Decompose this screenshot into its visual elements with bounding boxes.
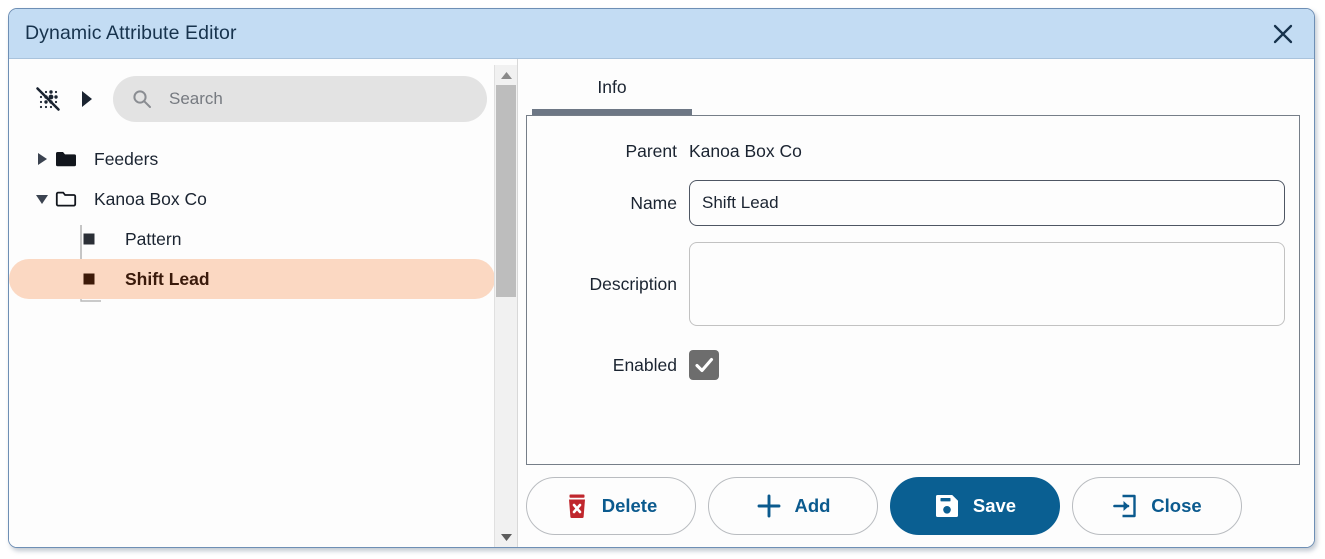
chevron-right-icon: [82, 91, 92, 107]
close-button[interactable]: Close: [1072, 477, 1242, 535]
enabled-label: Enabled: [612, 355, 677, 375]
folder-open-icon: [55, 188, 85, 210]
add-button-label: Add: [794, 495, 831, 516]
dotted-grid-slash-icon: [36, 87, 60, 111]
description-label: Description: [589, 274, 677, 294]
scrollbar-thumb[interactable]: [496, 85, 516, 297]
form-row-enabled: Enabled: [541, 342, 1285, 388]
enabled-checkbox[interactable]: [689, 350, 719, 380]
detail-pane: Info Parent Kanoa Box Co Name Descriptio…: [518, 59, 1314, 547]
parent-label: Parent: [625, 141, 677, 161]
tree-toolbar: Search: [9, 59, 517, 139]
tree-node-kanoa-box-co[interactable]: Kanoa Box Co: [9, 179, 495, 219]
tree-node-pattern[interactable]: Pattern: [9, 219, 495, 259]
tab-strip: Info: [526, 59, 1300, 115]
floppy-disk-icon: [934, 493, 960, 519]
window-title: Dynamic Attribute Editor: [25, 22, 237, 44]
search-input[interactable]: Search: [169, 89, 223, 109]
save-button-label: Save: [972, 495, 1017, 516]
close-icon: [1273, 24, 1293, 43]
delete-button-label: Delete: [601, 495, 658, 516]
screen: Dynamic Attribute Editor Search Feeders …: [0, 0, 1325, 559]
title-bar: Dynamic Attribute Editor: [9, 9, 1314, 59]
triangle-down-icon: [500, 533, 512, 541]
expand-all-button[interactable]: [73, 84, 101, 114]
twisty-collapsed-icon[interactable]: [29, 149, 55, 169]
dialog-body: Search Feeders Kanoa Box Co Pattern Shif…: [9, 59, 1314, 547]
dotted-grid-slash-button[interactable]: [31, 82, 65, 116]
tree-scrollbar[interactable]: [494, 65, 517, 547]
scrollbar-track[interactable]: [495, 85, 517, 527]
tree-node-label: Kanoa Box Co: [94, 188, 207, 209]
tree-node-shift-lead[interactable]: Shift Lead: [9, 259, 495, 299]
tree-node-label: Shift Lead: [125, 268, 210, 289]
exit-arrow-icon: [1112, 493, 1138, 519]
form-row-name: Name: [541, 180, 1285, 226]
tree-node-feeders[interactable]: Feeders: [9, 139, 495, 179]
description-textarea[interactable]: [689, 242, 1285, 326]
name-input[interactable]: [689, 180, 1285, 226]
triangle-up-icon: [500, 71, 512, 79]
form-row-description: Description: [541, 242, 1285, 326]
parent-value: Kanoa Box Co: [689, 141, 802, 161]
delete-button[interactable]: Delete: [526, 477, 696, 535]
form-row-parent: Parent Kanoa Box Co: [541, 138, 1285, 164]
tree-view: Feeders Kanoa Box Co Pattern Shift Lead: [9, 139, 517, 547]
tree-node-label: Pattern: [125, 228, 182, 249]
name-label: Name: [630, 193, 677, 213]
trash-x-icon: [565, 493, 589, 519]
checkmark-icon: [695, 357, 714, 373]
save-button[interactable]: Save: [890, 477, 1060, 535]
search-box[interactable]: Search: [113, 76, 487, 122]
twisty-expanded-icon[interactable]: [29, 189, 55, 209]
square-node-icon: [81, 228, 111, 250]
tree-pane: Search Feeders Kanoa Box Co Pattern Shif…: [9, 59, 518, 547]
info-form: Parent Kanoa Box Co Name Description Ena…: [526, 115, 1300, 465]
close-button-label: Close: [1151, 495, 1202, 516]
dialog-window: Dynamic Attribute Editor Search Feeders …: [8, 8, 1315, 548]
scrollbar-up-button[interactable]: [495, 65, 517, 85]
folder-closed-icon: [55, 148, 85, 170]
plus-icon: [756, 493, 782, 519]
tree-node-label: Feeders: [94, 148, 159, 169]
search-icon: [131, 88, 153, 110]
tab-info[interactable]: Info: [532, 77, 692, 115]
scrollbar-down-button[interactable]: [495, 527, 517, 547]
square-node-icon: [81, 268, 111, 290]
add-button[interactable]: Add: [708, 477, 878, 535]
button-bar: Delete Add Save Close: [526, 465, 1300, 547]
window-close-button[interactable]: [1266, 17, 1300, 51]
